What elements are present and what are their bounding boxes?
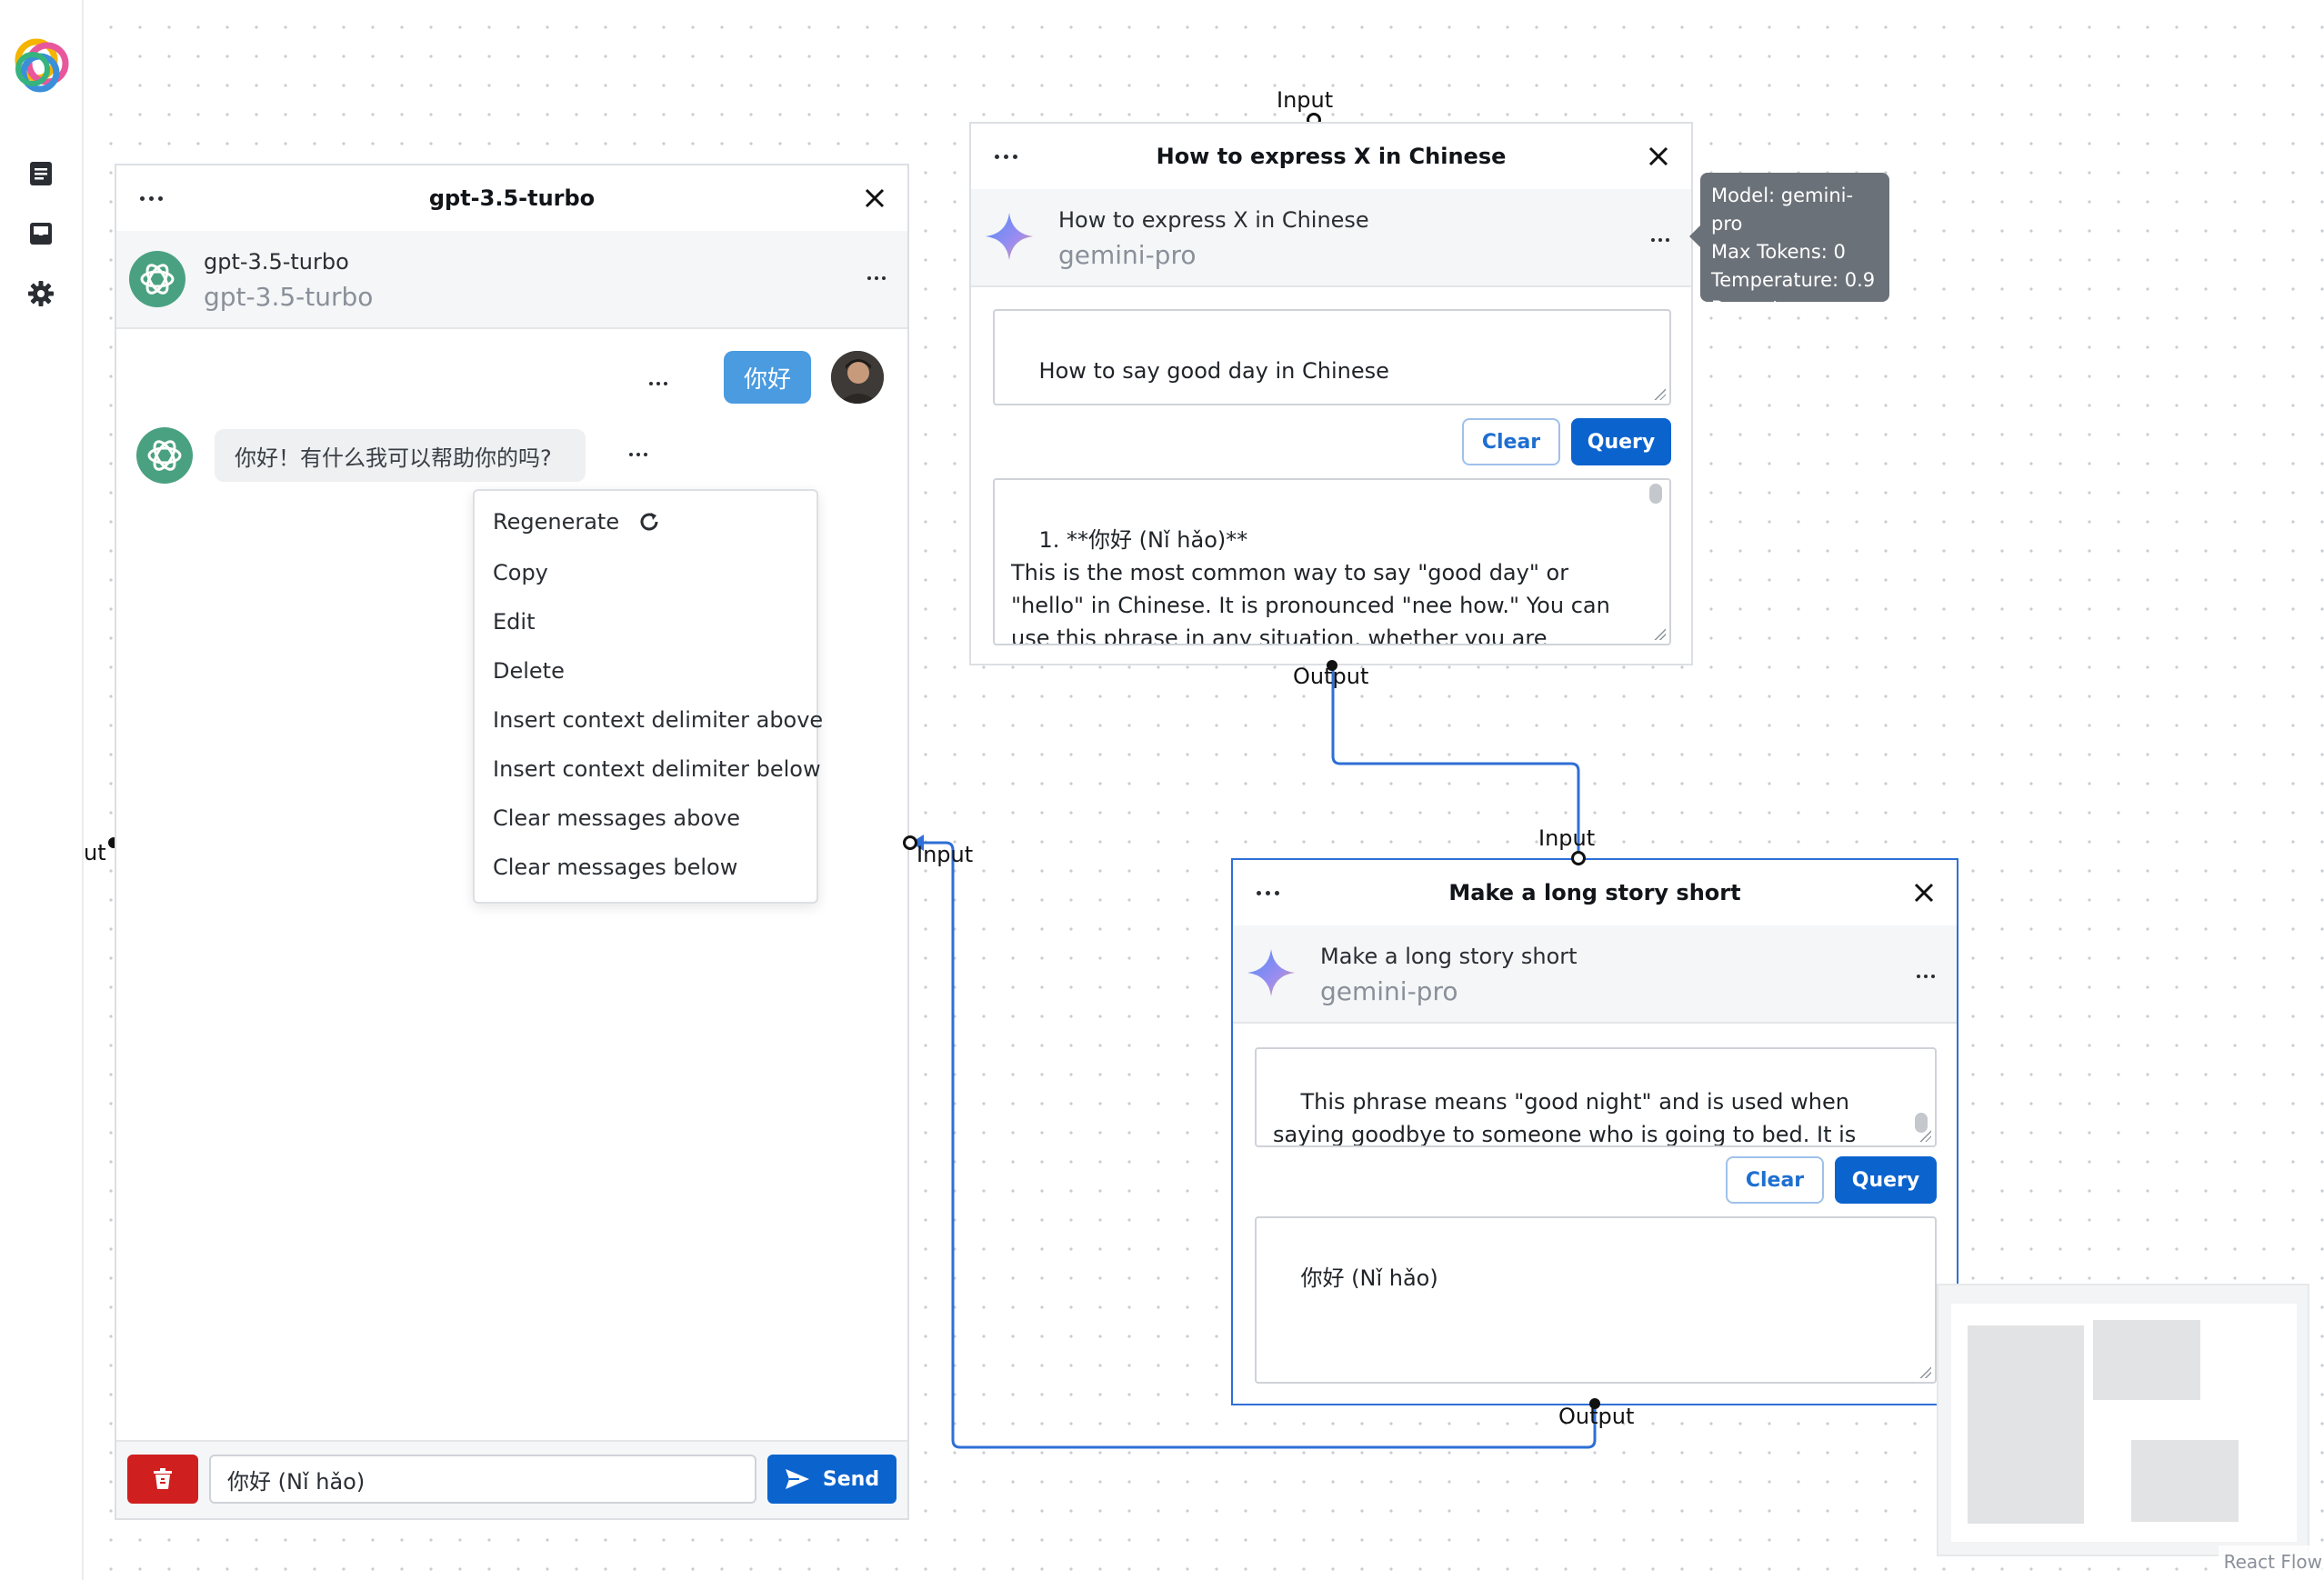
prompt2-header: Make a long story short	[1233, 860, 1957, 927]
resize-handle-icon[interactable]	[1918, 1129, 1931, 1142]
prompt1-model-options[interactable]	[1648, 231, 1673, 249]
prompt2-model-name: Make a long story short	[1320, 944, 1578, 969]
gemini-sparkle-icon	[984, 211, 1035, 265]
prompt2-output-textarea[interactable]: 你好 (Nǐ hǎo)	[1255, 1216, 1937, 1384]
bot-message-options[interactable]	[626, 445, 651, 464]
user-message-options[interactable]	[646, 375, 671, 393]
clear-chat-button[interactable]	[127, 1455, 198, 1504]
menu-item-delete[interactable]: Delete	[493, 658, 565, 684]
send-button[interactable]: Send	[767, 1455, 897, 1504]
prompt2-output-text: 你好 (Nǐ hǎo)	[1300, 1265, 1438, 1291]
gemini-sparkle-icon	[1246, 947, 1297, 1002]
prompt1-header: How to express X in Chinese	[971, 124, 1691, 191]
chat-node-close-icon[interactable]	[858, 182, 891, 215]
edge-prompt1-to-prompt2	[1331, 669, 1580, 858]
chat-node-model-name: gpt-3.5-turbo	[204, 249, 349, 275]
menu-item-edit[interactable]: Edit	[493, 609, 535, 635]
prompt1-model-name: How to express X in Chinese	[1058, 207, 1369, 233]
menu-item-insert-delimiter-above[interactable]: Insert context delimiter above	[493, 707, 823, 733]
offscreen-output-label: ut	[84, 840, 106, 865]
chat-input-bar: Send	[116, 1440, 907, 1518]
send-icon	[785, 1469, 809, 1489]
prompt2-model-sub: gemini-pro	[1320, 976, 1458, 1006]
prompt1-input-text: How to say good day in Chinese	[1038, 358, 1389, 384]
chat-node-header: gpt-3.5-turbo	[116, 165, 907, 233]
sidebar	[0, 0, 84, 1580]
chat-node-menu-button[interactable]	[133, 185, 169, 211]
prompt1-title: How to express X in Chinese	[1156, 144, 1507, 169]
prompt1-model-row: How to express X in Chinese gemini-pro	[971, 189, 1691, 287]
prompt1-input-label: Input	[1277, 87, 1334, 113]
prompt2-output-handle[interactable]	[1589, 1398, 1600, 1409]
chat-node-model-options[interactable]	[864, 269, 889, 287]
prompt2-model-options[interactable]	[1913, 967, 1938, 985]
prompt2-close-icon[interactable]	[1908, 876, 1940, 909]
refresh-icon	[640, 513, 658, 531]
prompt2-input-textarea[interactable]: This phrase means "good night" and is us…	[1255, 1047, 1937, 1147]
chat-message-input[interactable]	[209, 1455, 756, 1504]
minimap-viewport	[1951, 1304, 2297, 1542]
prompt1-output-textarea[interactable]: 1. **你好 (Nǐ hǎo)** This is the most comm…	[993, 478, 1671, 645]
user-avatar	[831, 351, 884, 404]
resize-handle-icon[interactable]	[1653, 387, 1666, 400]
chat-node-input-handle[interactable]	[903, 835, 917, 850]
chat-node[interactable]: gpt-3.5-turbo gpt-3.5-turbo gpt-3.5-turb…	[115, 164, 909, 1520]
menu-item-label: Regenerate	[493, 509, 620, 535]
gear-icon[interactable]	[24, 276, 58, 311]
minimap[interactable]	[1937, 1284, 2309, 1556]
chat-node-input-label: Input	[917, 842, 974, 867]
menu-item-copy[interactable]: Copy	[493, 560, 548, 585]
bot-message-bubble: 你好！有什么我可以帮助你的吗?	[215, 429, 586, 482]
prompt2-model-row: Make a long story short gemini-pro	[1233, 925, 1957, 1024]
minimap-node	[2093, 1320, 2200, 1400]
prompt1-clear-button[interactable]: Clear	[1462, 418, 1560, 465]
openai-logo-icon	[129, 251, 185, 311]
resize-handle-icon[interactable]	[1918, 1365, 1931, 1378]
menu-item-clear-above[interactable]: Clear messages above	[493, 805, 740, 831]
model-info-tooltip: Model: gemini-pro Max Tokens: 0 Temperat…	[1689, 173, 1889, 319]
react-flow-attribution[interactable]: React Flow	[2218, 1545, 2324, 1580]
inbox-icon[interactable]	[24, 216, 58, 251]
document-icon[interactable]	[24, 156, 58, 191]
prompt-node-express-chinese[interactable]: How to express X in Chinese How to expre…	[969, 122, 1693, 665]
prompt1-close-icon[interactable]	[1642, 140, 1675, 173]
menu-item-insert-delimiter-below[interactable]: Insert context delimiter below	[493, 756, 821, 782]
resize-handle-icon[interactable]	[1653, 627, 1666, 640]
prompt1-input-textarea[interactable]: How to say good day in Chinese	[993, 309, 1671, 405]
chat-node-title: gpt-3.5-turbo	[428, 185, 596, 211]
send-label: Send	[822, 1467, 880, 1491]
prompt2-clear-button[interactable]: Clear	[1726, 1156, 1824, 1204]
prompt1-model-sub: gemini-pro	[1058, 240, 1197, 270]
prompt1-menu-button[interactable]	[987, 144, 1024, 169]
user-message-bubble: 你好	[724, 351, 811, 404]
tooltip-prompt: Prompt:	[1711, 297, 1787, 319]
prompt1-output-text: 1. **你好 (Nǐ hǎo)** This is the most comm…	[1011, 527, 1610, 645]
tooltip-model: Model: gemini-pro	[1711, 185, 1854, 235]
tooltip-temperature: Temperature: 0.9	[1711, 269, 1876, 291]
prompt2-title: Make a long story short	[1448, 880, 1741, 905]
prompt1-query-button[interactable]: Query	[1571, 418, 1671, 465]
prompt2-menu-button[interactable]	[1249, 880, 1286, 905]
prompt1-output-handle[interactable]	[1327, 660, 1337, 671]
prompt2-input-label: Input	[1538, 825, 1596, 851]
minimap-node	[1968, 1325, 2084, 1524]
menu-item-regenerate[interactable]: Regenerate	[493, 509, 661, 535]
bot-avatar-icon	[136, 427, 193, 487]
minimap-node	[2131, 1440, 2239, 1522]
message-context-menu: Regenerate Copy Edit Delete Insert conte…	[473, 489, 823, 904]
chat-node-model-row: gpt-3.5-turbo gpt-3.5-turbo	[116, 231, 907, 329]
menu-item-clear-below[interactable]: Clear messages below	[493, 855, 737, 880]
prompt2-input-text: This phrase means "good night" and is us…	[1273, 1089, 1857, 1147]
chat-node-model-sub: gpt-3.5-turbo	[204, 282, 374, 312]
prompt2-input-handle[interactable]	[1571, 851, 1586, 865]
prompt2-query-button[interactable]: Query	[1835, 1156, 1937, 1204]
trash-icon	[154, 1468, 172, 1489]
app-logo-icon[interactable]	[9, 33, 73, 96]
prompt1-output-scrollbar[interactable]	[1649, 484, 1662, 504]
tooltip-max-tokens: Max Tokens: 0	[1711, 241, 1846, 263]
prompt-node-story-short[interactable]: Make a long story short Make a long stor…	[1231, 858, 1958, 1405]
